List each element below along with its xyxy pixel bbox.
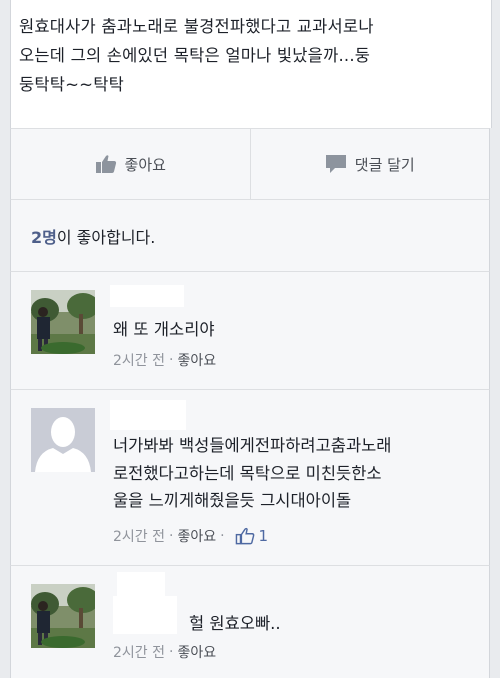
likes-count[interactable]: 2명	[31, 224, 57, 248]
likes-summary[interactable]: 2명 이 좋아합니다.	[10, 200, 490, 272]
avatar[interactable]	[31, 584, 95, 648]
comment-like-count-value: 1	[258, 527, 269, 545]
comment-author-name[interactable]	[110, 400, 186, 430]
avatar[interactable]	[31, 290, 95, 354]
speech-bubble-icon	[325, 154, 347, 174]
default-silhouette-avatar	[31, 408, 95, 472]
comment-timestamp[interactable]: 2시간 전	[113, 526, 165, 546]
likes-suffix: 이 좋아합니다.	[56, 227, 156, 247]
post-card: 원효대사가 춤과노래로 불경전파했다고 교과서로나 오는데 그의 손에있던 목탁…	[10, 0, 492, 128]
meta-separator: ·	[169, 352, 174, 368]
meta-separator: ·	[220, 528, 225, 544]
outdoor-photo-avatar	[31, 290, 95, 354]
avatar[interactable]	[31, 408, 95, 472]
comment-timestamp[interactable]: 2시간 전	[113, 350, 165, 370]
comment-like-link[interactable]: 좋아요	[177, 526, 216, 546]
comment-item: 왜 또 개소리야 2시간 전 · 좋아요	[10, 272, 490, 390]
comment-timestamp[interactable]: 2시간 전	[113, 642, 165, 662]
comment-author-name[interactable]	[117, 572, 165, 598]
comment-like-link[interactable]: 좋아요	[177, 350, 216, 370]
thumbs-up-icon	[95, 154, 117, 174]
comment-text: 너가봐봐 백성들에게전파하려고춤과노래 로전했다고하는데 목탁으로 미친듯한소 …	[113, 436, 392, 510]
comment-like-link[interactable]: 좋아요	[177, 642, 216, 662]
meta-separator: ·	[169, 528, 174, 544]
comment-author-name[interactable]	[110, 285, 184, 307]
outdoor-photo-avatar	[31, 584, 95, 648]
post-action-bar: 좋아요 댓글 달기	[10, 128, 490, 200]
thumbs-up-icon	[235, 527, 254, 545]
like-button-label: 좋아요	[124, 155, 166, 174]
comment-button-label: 댓글 달기	[354, 155, 415, 174]
comment-button[interactable]: 댓글 달기	[249, 129, 490, 199]
comment-meta: 2시간 전 · 좋아요	[113, 642, 216, 662]
comment-meta: 2시간 전 · 좋아요 · 1	[113, 526, 268, 546]
comment-text: 왜 또 개소리야	[113, 320, 215, 339]
comment-item: 너가봐봐 백성들에게전파하려고춤과노래 로전했다고하는데 목탁으로 미친듯한소 …	[10, 390, 490, 566]
like-button[interactable]: 좋아요	[11, 129, 250, 199]
meta-separator: ·	[169, 644, 174, 660]
post-text: 원효대사가 춤과노래로 불경전파했다고 교과서로나 오는데 그의 손에있던 목탁…	[19, 17, 374, 94]
comment-text: 헐 원효오빠..	[189, 614, 281, 633]
comment-like-count[interactable]: 1	[235, 527, 269, 545]
comment-meta: 2시간 전 · 좋아요	[113, 350, 216, 370]
author-name-redaction	[113, 596, 177, 634]
comment-item: 헐 원효오빠.. 2시간 전 · 좋아요	[10, 566, 490, 678]
